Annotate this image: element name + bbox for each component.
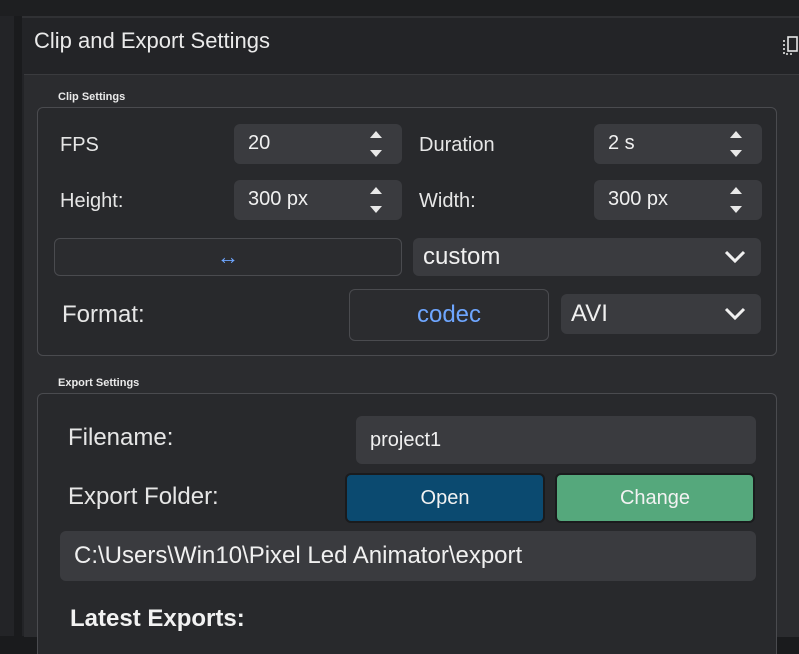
spin-arrows-icon[interactable] bbox=[368, 184, 384, 216]
clip-export-settings-panel: Clip and Export Settings Clip Settings F… bbox=[22, 18, 799, 654]
undock-icon[interactable] bbox=[782, 34, 798, 56]
width-label: Width: bbox=[419, 190, 476, 212]
codec-button[interactable]: codec bbox=[349, 289, 549, 341]
spin-arrows-icon[interactable] bbox=[728, 128, 744, 160]
format-value: AVI bbox=[571, 300, 608, 327]
width-spinbox[interactable]: 300 px bbox=[594, 180, 762, 220]
export-settings-label: Export Settings bbox=[58, 377, 140, 389]
preset-value: custom bbox=[423, 243, 501, 270]
settings-content: Clip Settings FPS 20 Duration 2 s Height… bbox=[24, 74, 799, 654]
left-panel-edge bbox=[0, 16, 14, 636]
width-value: 300 px bbox=[608, 188, 669, 210]
top-strip bbox=[0, 0, 799, 18]
fps-spinbox[interactable]: 20 bbox=[234, 124, 402, 164]
spin-arrows-icon[interactable] bbox=[368, 128, 384, 160]
height-value: 300 px bbox=[248, 188, 309, 210]
panel-splitter[interactable] bbox=[14, 16, 22, 636]
open-folder-button[interactable]: Open bbox=[345, 473, 545, 523]
fps-value: 20 bbox=[248, 132, 271, 154]
filename-input[interactable]: project1 bbox=[356, 416, 756, 464]
height-spinbox[interactable]: 300 px bbox=[234, 180, 402, 220]
height-label: Height: bbox=[60, 190, 124, 212]
panel-title: Clip and Export Settings bbox=[34, 28, 271, 53]
change-folder-button[interactable]: Change bbox=[555, 473, 755, 523]
export-folder-label: Export Folder: bbox=[68, 483, 219, 510]
export-path-field: C:\Users\Win10\Pixel Led Animator\export bbox=[60, 531, 756, 581]
preset-combo[interactable]: custom bbox=[413, 238, 761, 276]
format-combo[interactable]: AVI bbox=[561, 294, 761, 334]
export-settings-group: Filename: project1 Export Folder: Open C… bbox=[37, 393, 777, 654]
duration-spinbox[interactable]: 2 s bbox=[594, 124, 762, 164]
clip-settings-label: Clip Settings bbox=[58, 91, 126, 103]
chevron-down-icon bbox=[724, 307, 746, 321]
filename-label: Filename: bbox=[68, 424, 174, 451]
export-path-value: C:\Users\Win10\Pixel Led Animator\export bbox=[74, 542, 523, 569]
duration-value: 2 s bbox=[608, 132, 635, 154]
spin-arrows-icon[interactable] bbox=[728, 184, 744, 216]
filename-value: project1 bbox=[370, 429, 442, 451]
swap-dimensions-button[interactable]: ↔ bbox=[54, 238, 402, 276]
format-label: Format: bbox=[62, 301, 145, 328]
duration-label: Duration bbox=[419, 134, 495, 156]
clip-settings-group: FPS 20 Duration 2 s Height: 300 px Width… bbox=[37, 107, 777, 356]
fps-label: FPS bbox=[60, 134, 99, 156]
chevron-down-icon bbox=[724, 250, 746, 264]
latest-exports-heading: Latest Exports: bbox=[70, 605, 245, 632]
